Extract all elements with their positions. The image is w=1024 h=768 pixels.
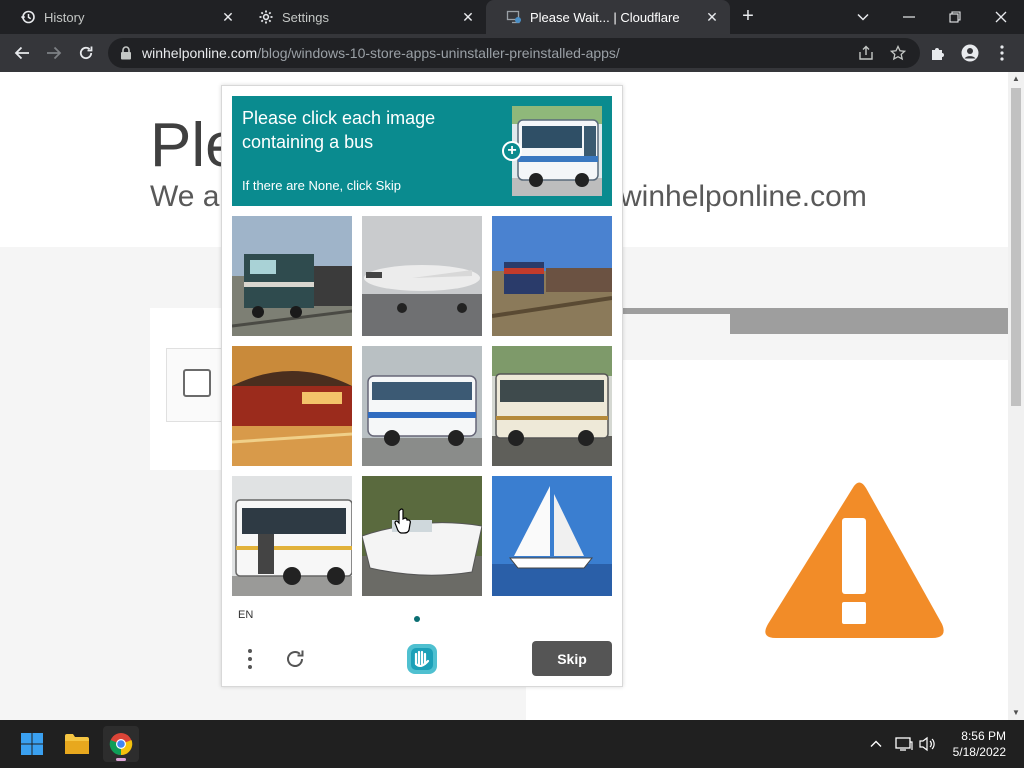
folder-icon [65, 734, 89, 754]
cloudflare-loading-icon [506, 9, 522, 25]
chrome-icon [109, 733, 133, 756]
history-icon [20, 9, 36, 25]
refresh-icon [287, 650, 304, 667]
tab-history[interactable]: History ✕ [0, 0, 246, 34]
prompt-hint: If there are None, click Skip [242, 178, 401, 193]
tile-airplane[interactable] [362, 216, 482, 336]
challenge-prompt: Please click each image containing a bus… [232, 96, 612, 206]
page-bg-band-cut [620, 314, 730, 336]
kebab-menu-icon[interactable] [988, 39, 1016, 67]
profile-avatar-icon[interactable] [956, 39, 984, 67]
active-app-indicator [116, 758, 126, 761]
hcaptcha-logo-icon [407, 644, 437, 674]
scroll-up-arrow-icon[interactable]: ▲ [1008, 72, 1024, 86]
expand-example-plus-icon[interactable]: + [502, 141, 522, 161]
page-scrollbar[interactable]: ▲ ▼ [1008, 72, 1024, 720]
hcaptcha-challenge: Please click each image containing a bus… [221, 85, 623, 687]
reload-button[interactable] [72, 39, 100, 67]
example-bus-image [512, 106, 602, 196]
page-indicator-dot [414, 616, 420, 622]
file-explorer-button[interactable] [59, 726, 95, 762]
reload-icon [79, 46, 93, 60]
tab-cloudflare[interactable]: Please Wait... | Cloudflare ✕ [486, 0, 730, 34]
browser-toolbar: winhelponline.com/blog/windows-10-store-… [0, 34, 1024, 72]
scroll-thumb[interactable] [1011, 88, 1021, 406]
tab-title: Settings [282, 9, 329, 25]
tab-title: Please Wait... | Cloudflare [530, 9, 680, 25]
warning-exclamation-bar [842, 518, 866, 594]
gear-icon [258, 9, 274, 25]
clock-time: 8:56 PM [961, 729, 1006, 743]
close-icon[interactable]: ✕ [460, 9, 476, 25]
windows-logo-icon [21, 733, 43, 755]
tab-settings[interactable]: Settings ✕ [238, 0, 486, 34]
tile-motorboat[interactable] [362, 476, 482, 596]
address-bar[interactable]: winhelponline.com/blog/windows-10-store-… [108, 38, 920, 68]
extensions-puzzle-icon[interactable] [924, 39, 952, 67]
forward-arrow-icon [47, 46, 62, 60]
back-button[interactable] [8, 39, 36, 67]
skip-button[interactable]: Skip [532, 641, 612, 676]
restore-button[interactable] [932, 0, 978, 34]
tile-train[interactable] [232, 216, 352, 336]
url-host: winhelponline.com [142, 45, 258, 61]
chrome-taskbar-button[interactable] [103, 726, 139, 762]
warning-triangle-icon [765, 482, 944, 638]
language-selector[interactable]: EN [238, 609, 253, 621]
url-path: /blog/windows-10-store-apps-uninstaller-… [257, 45, 620, 61]
lock-icon[interactable] [120, 46, 132, 60]
network-icon[interactable] [892, 732, 916, 756]
challenge-menu-button[interactable] [240, 644, 260, 674]
windows-taskbar: 8:56 PM 5/18/2022 [0, 720, 1024, 768]
page-subheading: We ar [150, 180, 230, 213]
minimize-button[interactable] [886, 0, 932, 34]
tab-title: History [44, 9, 85, 25]
tab-strip: History ✕ Settings ✕ Please Wait... | Cl… [0, 0, 1024, 34]
tile-bus-3[interactable] [232, 476, 352, 596]
scroll-down-arrow-icon[interactable]: ▼ [1008, 706, 1024, 720]
tile-bus-1[interactable] [362, 346, 482, 466]
clock-date: 5/18/2022 [952, 745, 1006, 759]
tile-sailboat[interactable] [492, 476, 612, 596]
new-tab-button[interactable]: + [736, 5, 760, 29]
warning-exclamation-dot [842, 602, 866, 624]
forward-button[interactable] [40, 39, 68, 67]
page-subheading-domain: winhelponline.com [620, 180, 867, 213]
system-clock[interactable]: 8:56 PM 5/18/2022 [936, 728, 1006, 760]
prompt-text: Please click each image containing a bus [242, 108, 436, 152]
refresh-challenge-button[interactable] [280, 644, 310, 674]
challenge-checkbox-box [166, 348, 226, 422]
challenge-checkbox[interactable] [183, 369, 211, 397]
back-arrow-icon [14, 46, 29, 60]
close-window-button[interactable] [978, 0, 1024, 34]
url-text: winhelponline.com/blog/windows-10-store-… [142, 45, 620, 61]
tile-subway-train[interactable] [232, 346, 352, 466]
close-icon[interactable]: ✕ [704, 9, 720, 25]
start-button[interactable] [14, 726, 50, 762]
tile-freight-train[interactable] [492, 216, 612, 336]
share-icon[interactable] [854, 38, 878, 68]
bookmark-star-icon[interactable] [886, 38, 910, 68]
vertical-dots-icon [248, 649, 252, 669]
close-icon[interactable]: ✕ [220, 9, 236, 25]
tab-search-chevron-icon[interactable] [840, 0, 886, 34]
hand-pointer-cursor-icon [394, 508, 411, 534]
tray-chevron-up-icon[interactable] [864, 732, 888, 756]
tile-bus-2[interactable] [492, 346, 612, 466]
image-grid [232, 216, 612, 596]
